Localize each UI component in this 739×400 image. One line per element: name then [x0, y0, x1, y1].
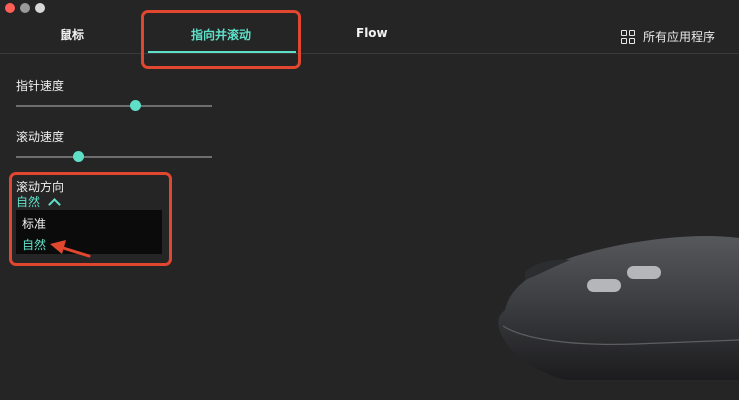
tab-bar: 鼠标 指向并滚动 Flow 所有应用程序 — [0, 16, 739, 54]
highlight-box-tab — [141, 10, 301, 69]
tab-divider — [0, 53, 739, 54]
slider-track — [16, 105, 212, 107]
mouse-device-image — [498, 235, 739, 380]
pointer-speed-slider[interactable] — [16, 100, 212, 112]
highlight-box-scroll-direction — [9, 172, 172, 266]
tab-mouse[interactable]: 鼠标 — [60, 26, 84, 43]
grid-icon — [620, 29, 635, 44]
slider-thumb[interactable] — [130, 100, 142, 111]
close-window-button[interactable] — [5, 3, 15, 13]
scroll-speed-slider[interactable] — [16, 151, 212, 163]
zoom-window-button[interactable] — [35, 3, 45, 13]
slider-track — [16, 156, 212, 158]
scroll-speed-label: 滚动速度 — [16, 130, 65, 144]
pointer-speed-label: 指针速度 — [16, 79, 65, 93]
tab-flow[interactable]: Flow — [356, 26, 388, 40]
slider-thumb[interactable] — [73, 151, 85, 162]
minimize-window-button[interactable] — [20, 3, 30, 13]
title-bar — [0, 0, 739, 16]
all-apps-button[interactable]: 所有应用程序 — [620, 28, 715, 45]
all-apps-label: 所有应用程序 — [642, 30, 715, 44]
